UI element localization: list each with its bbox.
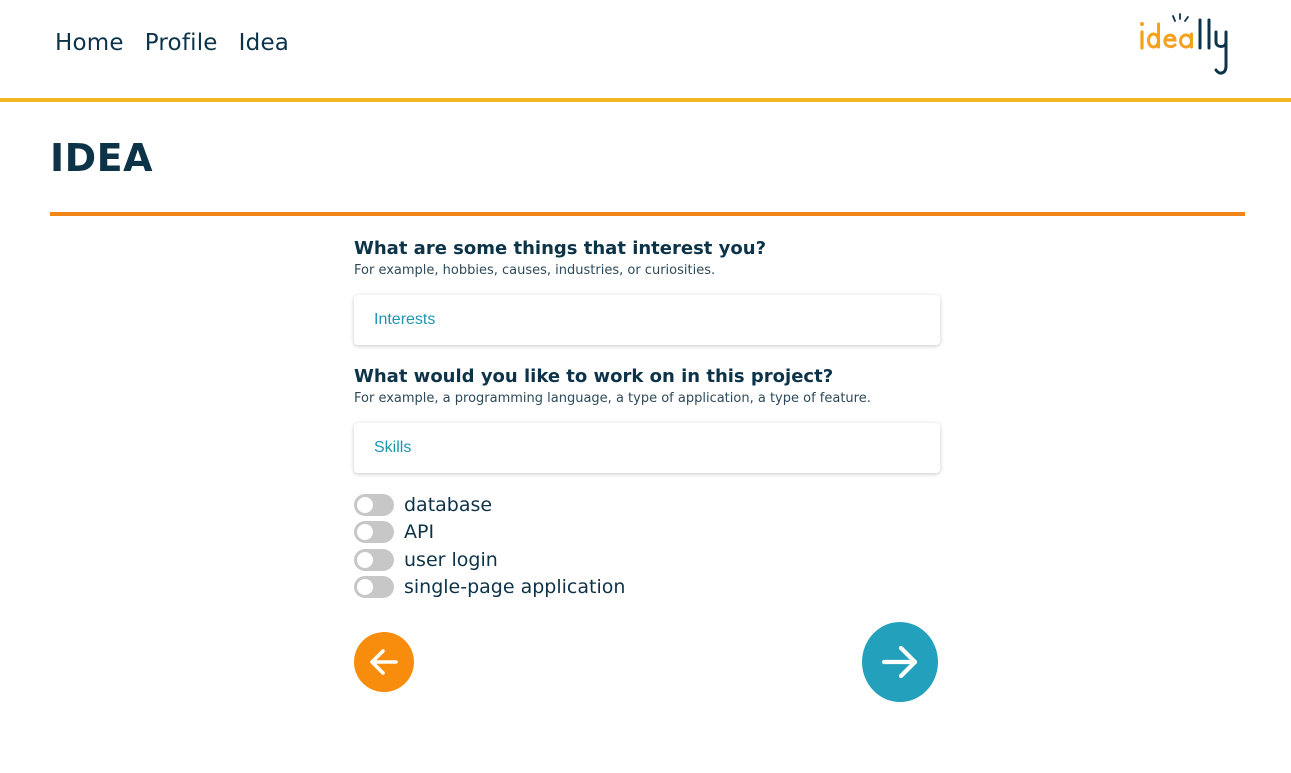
toggle-knob: [357, 524, 373, 541]
database-toggle[interactable]: [354, 493, 394, 516]
arrow-right-icon: [881, 645, 918, 679]
toggle-knob: [357, 496, 373, 513]
spa-toggle[interactable]: [354, 576, 394, 599]
database-toggle-label: database: [404, 493, 493, 516]
user-login-toggle[interactable]: [354, 548, 394, 571]
toggle-row-api: API: [354, 519, 625, 547]
skills-hint: For example, a programming language, a t…: [354, 391, 871, 406]
main-nav: Home Profile Idea: [55, 30, 289, 56]
interests-question: What are some things that interest you?: [354, 238, 767, 259]
interests-section: What are some things that interest you? …: [354, 236, 940, 280]
toggle-knob: [357, 579, 373, 596]
user-login-toggle-label: user login: [404, 548, 498, 571]
title-divider: [50, 212, 1245, 216]
skills-section: What would you like to work on in this p…: [354, 364, 871, 408]
interests-input-box[interactable]: [354, 295, 940, 345]
api-toggle[interactable]: [354, 521, 394, 544]
top-navigation-bar: Home Profile Idea: [0, 0, 1291, 102]
interests-input[interactable]: [354, 295, 940, 345]
page-title: IDEA: [50, 136, 154, 180]
toggle-row-database: database: [354, 491, 625, 519]
toggle-row-user-login: user login: [354, 546, 625, 574]
nav-link-idea[interactable]: Idea: [239, 30, 289, 56]
toggle-row-spa: single-page application: [354, 574, 625, 602]
toggle-knob: [357, 551, 373, 568]
nav-link-profile[interactable]: Profile: [145, 30, 218, 56]
feature-toggles: database API user login single-page appl…: [354, 491, 625, 601]
logo-graphic: [1140, 13, 1228, 75]
skills-input-box[interactable]: [354, 423, 940, 473]
api-toggle-label: API: [404, 521, 435, 544]
interests-hint: For example, hobbies, causes, industries…: [354, 263, 716, 278]
nav-link-home[interactable]: Home: [55, 30, 124, 56]
arrow-left-icon: [370, 649, 398, 675]
back-button[interactable]: [354, 632, 414, 692]
spa-toggle-label: single-page application: [404, 576, 626, 599]
skills-question: What would you like to work on in this p…: [354, 366, 834, 387]
next-button[interactable]: [862, 622, 938, 702]
skills-input[interactable]: [354, 423, 940, 473]
idea-form: What are some things that interest you? …: [354, 236, 940, 702]
ideally-logo[interactable]: [1136, 12, 1246, 80]
